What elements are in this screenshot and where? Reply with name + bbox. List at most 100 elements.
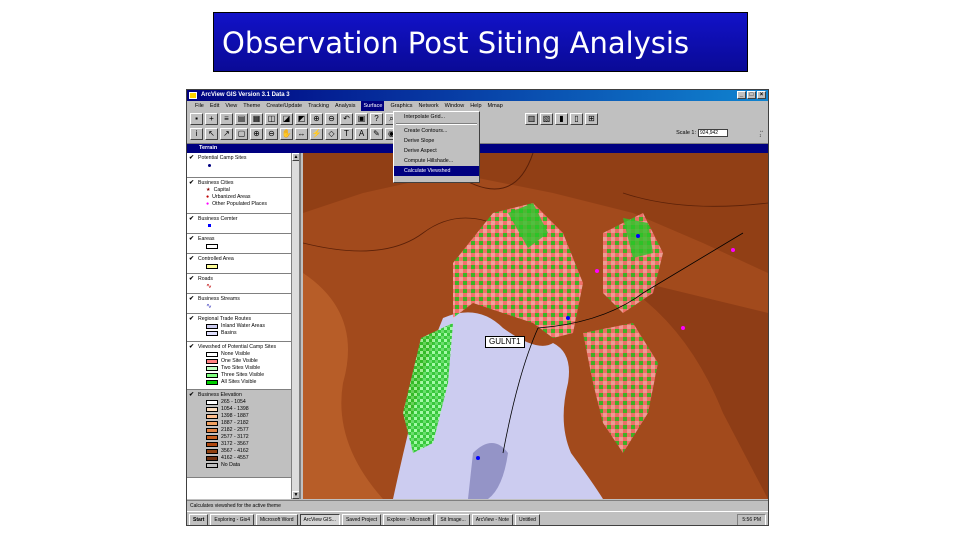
text-icon[interactable]: A [355, 128, 368, 140]
legend-label: Capital [213, 187, 230, 193]
surface-menu-dropdown: Interpolate Grid... Create Contours... D… [393, 111, 480, 183]
menu-help[interactable]: Help [470, 101, 481, 111]
vertex-edit-icon[interactable]: ↗ [220, 128, 233, 140]
pan-icon[interactable]: ✋ [280, 128, 293, 140]
legend-label: 2182 - 2577 [221, 427, 249, 433]
theme-controlled-area[interactable]: ✔ Controlled Area [187, 254, 299, 274]
theme-visible-checkbox[interactable]: ✔ [189, 344, 195, 350]
theme-visible-checkbox[interactable]: ✔ [189, 276, 195, 282]
legend-label: One Site Visible [221, 358, 258, 364]
zoom-previous-icon[interactable]: ↶ [340, 113, 353, 125]
minimize-button[interactable]: _ [737, 91, 746, 99]
theme-viewshed[interactable]: ✔ Viewshed of Potential Camp Sites None … [187, 342, 299, 390]
theme-visible-checkbox[interactable]: ✔ [189, 392, 195, 398]
scroll-down-icon[interactable]: ▼ [292, 491, 299, 499]
theme-properties-icon[interactable]: ≡ [220, 113, 233, 125]
bar-chart-icon[interactable]: ▮ [555, 113, 568, 125]
menu-network[interactable]: Network [418, 101, 438, 111]
arcview-window: ArcView GIS Version 3.1 Data 3 _ □ × Fil… [186, 89, 769, 526]
menu-surface[interactable]: Surface [361, 101, 385, 111]
theme-potential-camp-sites[interactable]: ✔ Potential Camp Sites [187, 153, 299, 178]
save-project-icon[interactable]: ▪ [190, 113, 203, 125]
menu-graphics[interactable]: Graphics [390, 101, 412, 111]
menu-analysis[interactable]: Analysis [335, 101, 355, 111]
scroll-up-icon[interactable]: ▲ [292, 153, 299, 161]
menu-file[interactable]: File [195, 101, 204, 111]
measure-icon[interactable]: ↔ [295, 128, 308, 140]
menu-item-compute-hillshade[interactable]: Compute Hillshade... [394, 156, 479, 166]
menu-item-interpolate-grid[interactable]: Interpolate Grid... [394, 112, 479, 122]
taskbar-item-arcview[interactable]: ArcView GIS... [299, 513, 340, 525]
map-display[interactable]: GULNT1 [303, 153, 768, 499]
slide-title: Observation Post Siting Analysis [213, 12, 748, 72]
theme-business-streams[interactable]: ✔ Business Streams ∿ [187, 294, 299, 314]
menu-item-derive-aspect[interactable]: Derive Aspect [394, 146, 479, 156]
camp-site-marker [566, 316, 570, 320]
theme-visible-checkbox[interactable]: ✔ [189, 155, 195, 161]
menu-tracking[interactable]: Tracking [308, 101, 329, 111]
menu-item-create-contours[interactable]: Create Contours... [394, 126, 479, 136]
menu-item-derive-slope[interactable]: Derive Slope [394, 136, 479, 146]
theme-visible-checkbox[interactable]: ✔ [189, 236, 195, 242]
legend-label: 265 - 1054 [221, 399, 246, 405]
label-icon[interactable]: T [340, 128, 353, 140]
map-feature-label: GULNT1 [485, 336, 525, 348]
theme-regional-trade-routes[interactable]: ✔ Regional Trade Routes Inland Water Are… [187, 314, 299, 342]
toc-scrollbar[interactable]: ▲ ▼ [291, 153, 299, 499]
pointer-icon[interactable]: ↖ [205, 128, 218, 140]
zoom-in-icon[interactable]: ⊕ [310, 113, 323, 125]
theme-name: Business Cemter [198, 216, 238, 222]
open-table-icon[interactable]: ▦ [250, 113, 263, 125]
theme-visible-checkbox[interactable]: ✔ [189, 316, 195, 322]
legend-label: Inland Water Areas [221, 323, 265, 329]
theme-visible-checkbox[interactable]: ✔ [189, 296, 195, 302]
area-of-interest-icon[interactable]: ◇ [325, 128, 338, 140]
theme-eareas[interactable]: ✔ Eareas [187, 234, 299, 254]
create-chart-icon[interactable]: ▥ [525, 113, 538, 125]
zoom-in-tool-icon[interactable]: ⊕ [250, 128, 263, 140]
theme-visible-checkbox[interactable]: ✔ [189, 256, 195, 262]
taskbar-item-exploring[interactable]: Exploring - Gis4 [210, 513, 254, 525]
theme-visible-checkbox[interactable]: ✔ [189, 180, 195, 186]
taskbar-item-arcview-note[interactable]: ArcView - Note [471, 513, 513, 525]
identify-icon[interactable]: i [190, 128, 203, 140]
select-feature-icon[interactable]: ▢ [235, 128, 248, 140]
theme-visible-checkbox[interactable]: ✔ [189, 216, 195, 222]
layout-icon[interactable]: ▧ [540, 113, 553, 125]
menu-theme[interactable]: Theme [243, 101, 260, 111]
taskbar-item-word[interactable]: Microsoft Word [255, 513, 298, 525]
edit-legend-icon[interactable]: ▤ [235, 113, 248, 125]
theme-business-cities[interactable]: ✔ Business Cities ★ Capital ● Urbanized Ar… [187, 178, 299, 214]
menu-window[interactable]: Window [445, 101, 465, 111]
maximize-button[interactable]: □ [747, 91, 756, 99]
taskbar-item-untitled[interactable]: Untitled [514, 513, 540, 525]
zoom-selected-icon[interactable]: ◩ [295, 113, 308, 125]
zoom-out-icon[interactable]: ⊖ [325, 113, 338, 125]
camp-site-marker [636, 234, 640, 238]
theme-roads[interactable]: ✔ Roads ∿ [187, 274, 299, 294]
scale-input[interactable]: 924,942 [698, 129, 728, 137]
query-builder-icon[interactable]: ? [370, 113, 383, 125]
draw-icon[interactable]: ✎ [370, 128, 383, 140]
menu-mmap[interactable]: Mmap [488, 101, 503, 111]
zoom-out-tool-icon[interactable]: ⊖ [265, 128, 278, 140]
add-theme-icon[interactable]: + [205, 113, 218, 125]
menu-edit[interactable]: Edit [210, 101, 219, 111]
zoom-full-icon[interactable]: ◫ [265, 113, 278, 125]
menu-view[interactable]: View [225, 101, 237, 111]
theme-business-center[interactable]: ✔ Business Cemter [187, 214, 299, 234]
theme-business-elevation[interactable]: ✔ Business Elevation 265 - 1054 1054 - 1… [187, 390, 299, 478]
close-button[interactable]: × [757, 91, 766, 99]
taskbar-item-saved-project[interactable]: Saved Project [341, 513, 382, 525]
grid-tool-icon[interactable]: ⊞ [585, 113, 598, 125]
hotlink-icon[interactable]: ⚡ [310, 128, 323, 140]
menu-create-update[interactable]: Create/Update [266, 101, 302, 111]
menu-item-calculate-viewshed[interactable]: Calculate Viewshed [394, 166, 479, 176]
zoom-active-icon[interactable]: ◪ [280, 113, 293, 125]
select-features-icon[interactable]: ▣ [355, 113, 368, 125]
taskbar-item-explorer[interactable]: Explorer - Microsoft [383, 513, 435, 525]
legend-label: No Data [221, 462, 241, 468]
taskbar-item-image[interactable]: Sit Image... [436, 513, 470, 525]
start-button[interactable]: Start [189, 513, 209, 525]
histogram-icon[interactable]: ▯ [570, 113, 583, 125]
